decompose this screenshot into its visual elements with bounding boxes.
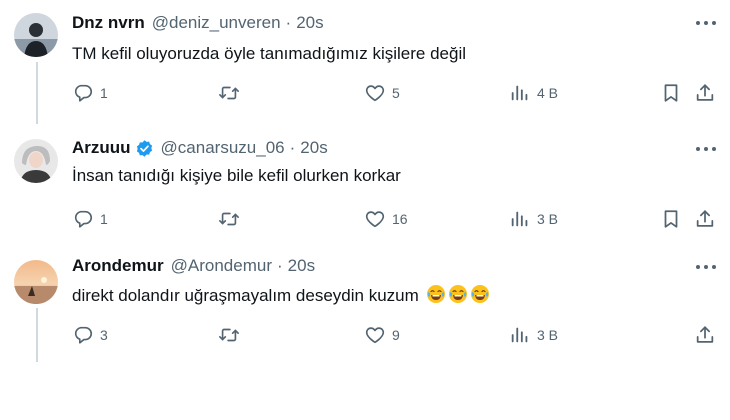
bookmark-icon <box>660 208 682 230</box>
views-count: 3 B <box>537 211 559 227</box>
tweet-header: Dnz nvrn @deniz_unveren · 20s <box>72 13 324 33</box>
share-icon <box>694 82 716 104</box>
reply-count: 3 <box>100 327 108 343</box>
reply-icon <box>72 82 94 104</box>
retweet-button[interactable] <box>218 324 246 346</box>
retweet-button[interactable] <box>218 208 246 230</box>
tweet-actions: 1 5 4 B <box>72 82 720 106</box>
separator: · <box>276 256 283 275</box>
tweet-text: TM kefil oluyoruzda öyle tanımadığımız k… <box>72 44 466 63</box>
share-button[interactable] <box>694 208 716 230</box>
reply-count: 1 <box>100 211 108 227</box>
like-icon <box>364 324 386 346</box>
more-icon[interactable] <box>696 146 716 152</box>
reply-icon <box>72 324 94 346</box>
user-handle[interactable]: @Arondemur <box>171 256 272 276</box>
separator: · <box>289 138 296 157</box>
reply-count: 1 <box>100 85 108 101</box>
tweet-header: Arondemur @Arondemur · 20s <box>72 256 315 276</box>
like-button[interactable]: 9 <box>364 324 400 346</box>
more-icon[interactable] <box>696 264 716 270</box>
views-button[interactable]: 4 B <box>509 82 558 104</box>
like-button[interactable]: 5 <box>364 82 400 104</box>
tweet-1[interactable]: Dnz nvrn @deniz_unveren · 20s TM kefil o… <box>0 0 730 124</box>
display-name[interactable]: Dnz nvrn <box>72 13 145 33</box>
views-count: 4 B <box>537 85 559 101</box>
avatar[interactable] <box>14 260 58 304</box>
share-icon <box>694 324 716 346</box>
thread-line <box>36 308 38 362</box>
views-icon <box>509 208 531 230</box>
tweet-text: direkt dolandır uğraşmayalım deseydin ku… <box>72 284 490 306</box>
tears-of-joy-emoji <box>426 284 446 304</box>
tweet-2[interactable]: Arzuuu @canarsuzu_06 · 20s İnsan tanıdığ… <box>0 122 730 244</box>
share-button[interactable] <box>694 82 716 104</box>
views-button[interactable]: 3 B <box>509 208 558 230</box>
tweet-actions: 3 9 3 B <box>72 324 720 348</box>
timestamp[interactable]: 20s <box>288 256 315 276</box>
like-button[interactable]: 16 <box>364 208 408 230</box>
views-button[interactable]: 3 B <box>509 324 558 346</box>
avatar[interactable] <box>14 13 58 57</box>
views-icon <box>509 82 531 104</box>
display-name[interactable]: Arondemur <box>72 256 164 276</box>
bookmark-button[interactable] <box>660 82 682 104</box>
retweet-icon <box>218 208 240 230</box>
like-icon <box>364 208 386 230</box>
like-icon <box>364 82 386 104</box>
more-icon[interactable] <box>696 20 716 26</box>
tweet-text: İnsan tanıdığı kişiye bile kefil olurken… <box>72 166 401 185</box>
bookmark-button[interactable] <box>660 208 682 230</box>
reply-button[interactable]: 1 <box>72 82 108 104</box>
avatar[interactable] <box>14 139 58 183</box>
tweet-header: Arzuuu @canarsuzu_06 · 20s <box>72 138 328 158</box>
separator: · <box>285 13 292 32</box>
timestamp[interactable]: 20s <box>296 13 323 33</box>
tweet-actions: 1 16 3 B <box>72 208 720 232</box>
views-count: 3 B <box>537 327 559 343</box>
retweet-icon <box>218 324 240 346</box>
tweet-3[interactable]: Arondemur @Arondemur · 20s direkt doland… <box>0 244 730 420</box>
retweet-button[interactable] <box>218 82 246 104</box>
user-handle[interactable]: @deniz_unveren <box>152 13 281 33</box>
views-icon <box>509 324 531 346</box>
like-count: 5 <box>392 85 400 101</box>
tears-of-joy-emoji <box>470 284 490 304</box>
timestamp[interactable]: 20s <box>300 138 327 158</box>
tears-of-joy-emoji <box>448 284 468 304</box>
share-button[interactable] <box>694 324 716 346</box>
reply-button[interactable]: 1 <box>72 208 108 230</box>
like-count: 9 <box>392 327 400 343</box>
verified-badge-icon <box>136 139 152 157</box>
display-name[interactable]: Arzuuu <box>72 138 131 158</box>
reply-button[interactable]: 3 <box>72 324 108 346</box>
user-handle[interactable]: @canarsuzu_06 <box>161 138 285 158</box>
reply-icon <box>72 208 94 230</box>
thread-line <box>36 62 38 124</box>
retweet-icon <box>218 82 240 104</box>
share-icon <box>694 208 716 230</box>
bookmark-icon <box>660 82 682 104</box>
tweet-text-body: direkt dolandır uğraşmayalım deseydin ku… <box>72 286 419 305</box>
like-count: 16 <box>392 211 408 227</box>
